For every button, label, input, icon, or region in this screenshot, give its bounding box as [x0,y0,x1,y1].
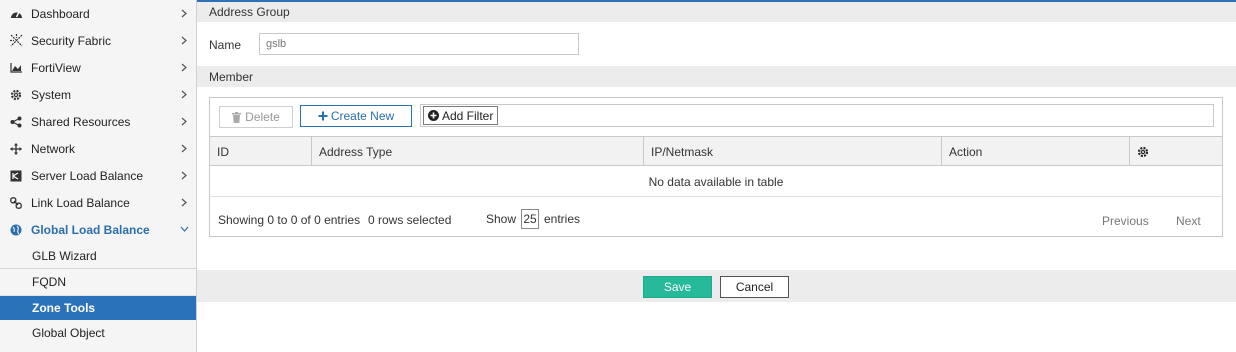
sidebar-item-network[interactable]: Network [0,135,196,162]
next-page-button[interactable]: Next [1176,214,1201,228]
add-filter-button[interactable]: Add Filter [423,106,499,125]
delete-button-label: Delete [245,110,280,124]
column-header-action[interactable]: Action [941,137,1129,166]
sidebar-item-server-load-balance[interactable]: Server Load Balance [0,162,196,189]
name-label: Name [209,38,242,52]
trash-icon [232,111,242,123]
previous-page-button[interactable]: Previous [1102,214,1149,228]
create-new-button[interactable]: Create New [300,105,412,127]
sidebar-subitem-zone-tools[interactable]: Zone Tools [0,295,196,320]
column-settings[interactable] [1129,137,1222,166]
empty-table-message: No data available in table [210,167,1222,197]
table-header: ID Address Type IP/Netmask Action [210,136,1222,166]
section-title-address-group: Address Group [197,2,1236,22]
cancel-button[interactable]: Cancel [720,276,789,298]
dashboard-icon [9,7,23,21]
table-footer: Showing 0 to 0 of 0 entries 0 rows selec… [210,198,1222,236]
section-title-member: Member [197,66,1236,87]
plus-icon [318,111,328,121]
delete-button[interactable]: Delete [219,106,293,128]
sidebar-item-label: Global Load Balance [31,222,150,237]
entries-label: entries [544,212,581,226]
sidebar-item-label: Security Fabric [31,33,112,48]
sidebar-item-label: Network [31,141,76,156]
sidebar-item-security-fabric[interactable]: Security Fabric [0,27,196,54]
sidebar-item-dashboard[interactable]: Dashboard [0,0,196,27]
form-actions-bar [197,270,1236,302]
globe-icon [9,223,23,237]
page-size-select[interactable]: 25 [521,209,539,229]
sidebar-subitem-fqdn[interactable]: FQDN [0,268,196,295]
server-load-balance-icon [9,169,23,183]
sidebar-item-fortiview[interactable]: FortiView [0,54,196,81]
security-fabric-icon [9,34,23,48]
sidebar: Dashboard Security Fabric FortiView Syst… [0,0,197,352]
chevron-right-icon [178,142,190,154]
show-label: Show [486,212,517,226]
sidebar-item-label: System [31,87,72,102]
chevron-down-icon [178,223,190,235]
save-button[interactable]: Save [643,276,712,298]
chevron-right-icon [178,196,190,208]
chevron-right-icon [178,61,190,73]
plus-circle-icon [428,110,439,121]
sidebar-item-shared-resources[interactable]: Shared Resources [0,108,196,135]
sidebar-item-label: Server Load Balance [31,168,144,183]
sidebar-item-label: Dashboard [31,6,90,21]
link-icon [9,196,23,210]
sidebar-item-label: FortiView [31,60,81,75]
gear-icon[interactable] [1137,146,1149,158]
member-table-panel: Delete Create New Add Filter ID Address … [209,97,1223,237]
sidebar-item-global-load-balance[interactable]: Global Load Balance [0,216,196,243]
sidebar-subitem-global-object[interactable]: Global Object [0,320,196,345]
chevron-right-icon [178,88,190,100]
sidebar-item-label: Shared Resources [31,114,131,129]
entries-info: Showing 0 to 0 of 0 entries [218,213,361,227]
chevron-right-icon [178,7,190,19]
rows-selected-info: 0 rows selected [368,213,452,227]
sidebar-item-system[interactable]: System [0,81,196,108]
column-header-ip-netmask[interactable]: IP/Netmask [643,137,941,166]
fortiview-icon [9,61,23,75]
add-filter-label: Add Filter [442,108,494,123]
share-icon [9,115,23,129]
column-header-id[interactable]: ID [210,137,311,166]
create-new-button-label: Create New [330,109,395,123]
table-toolbar: Delete Create New Add Filter [210,98,1222,136]
name-input[interactable] [259,33,579,55]
sidebar-item-link-load-balance[interactable]: Link Load Balance [0,189,196,216]
chevron-right-icon [178,34,190,46]
network-arrows-icon [9,142,23,156]
column-header-address-type[interactable]: Address Type [311,137,643,166]
gear-icon [9,88,23,102]
sidebar-item-label: Link Load Balance [31,195,130,210]
filter-bar[interactable]: Add Filter [420,104,1214,127]
sidebar-subitem-glb-wizard[interactable]: GLB Wizard [0,243,196,268]
chevron-right-icon [178,169,190,181]
chevron-right-icon [178,115,190,127]
